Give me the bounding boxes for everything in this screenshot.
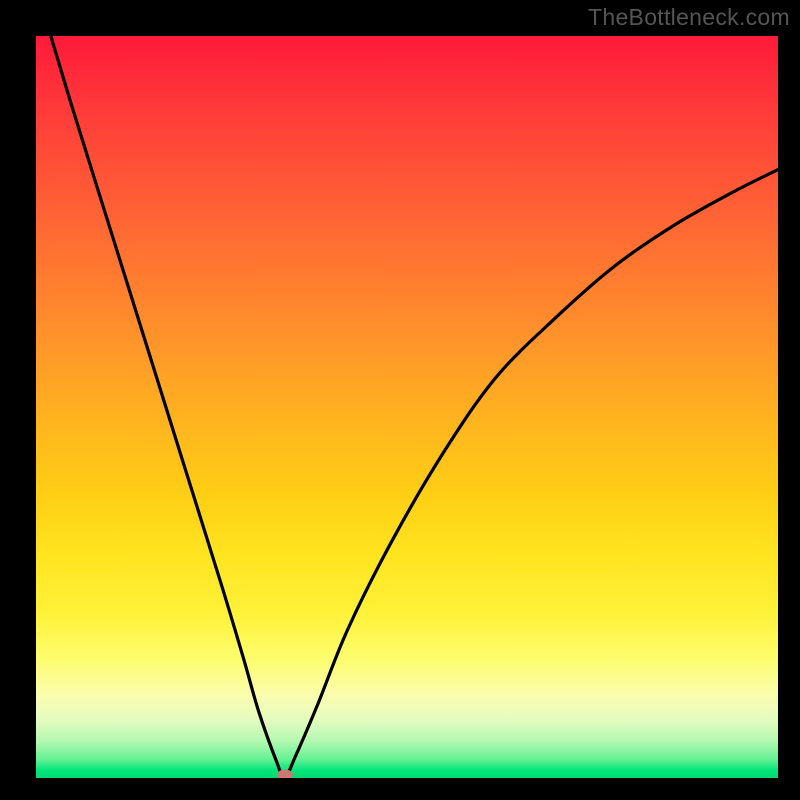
optimum-marker bbox=[277, 770, 293, 779]
plot-area bbox=[36, 36, 778, 778]
watermark-text: TheBottleneck.com bbox=[588, 4, 790, 31]
curve-svg bbox=[36, 36, 778, 778]
bottleneck-curve bbox=[51, 36, 778, 778]
chart-container: TheBottleneck.com bbox=[0, 0, 800, 800]
